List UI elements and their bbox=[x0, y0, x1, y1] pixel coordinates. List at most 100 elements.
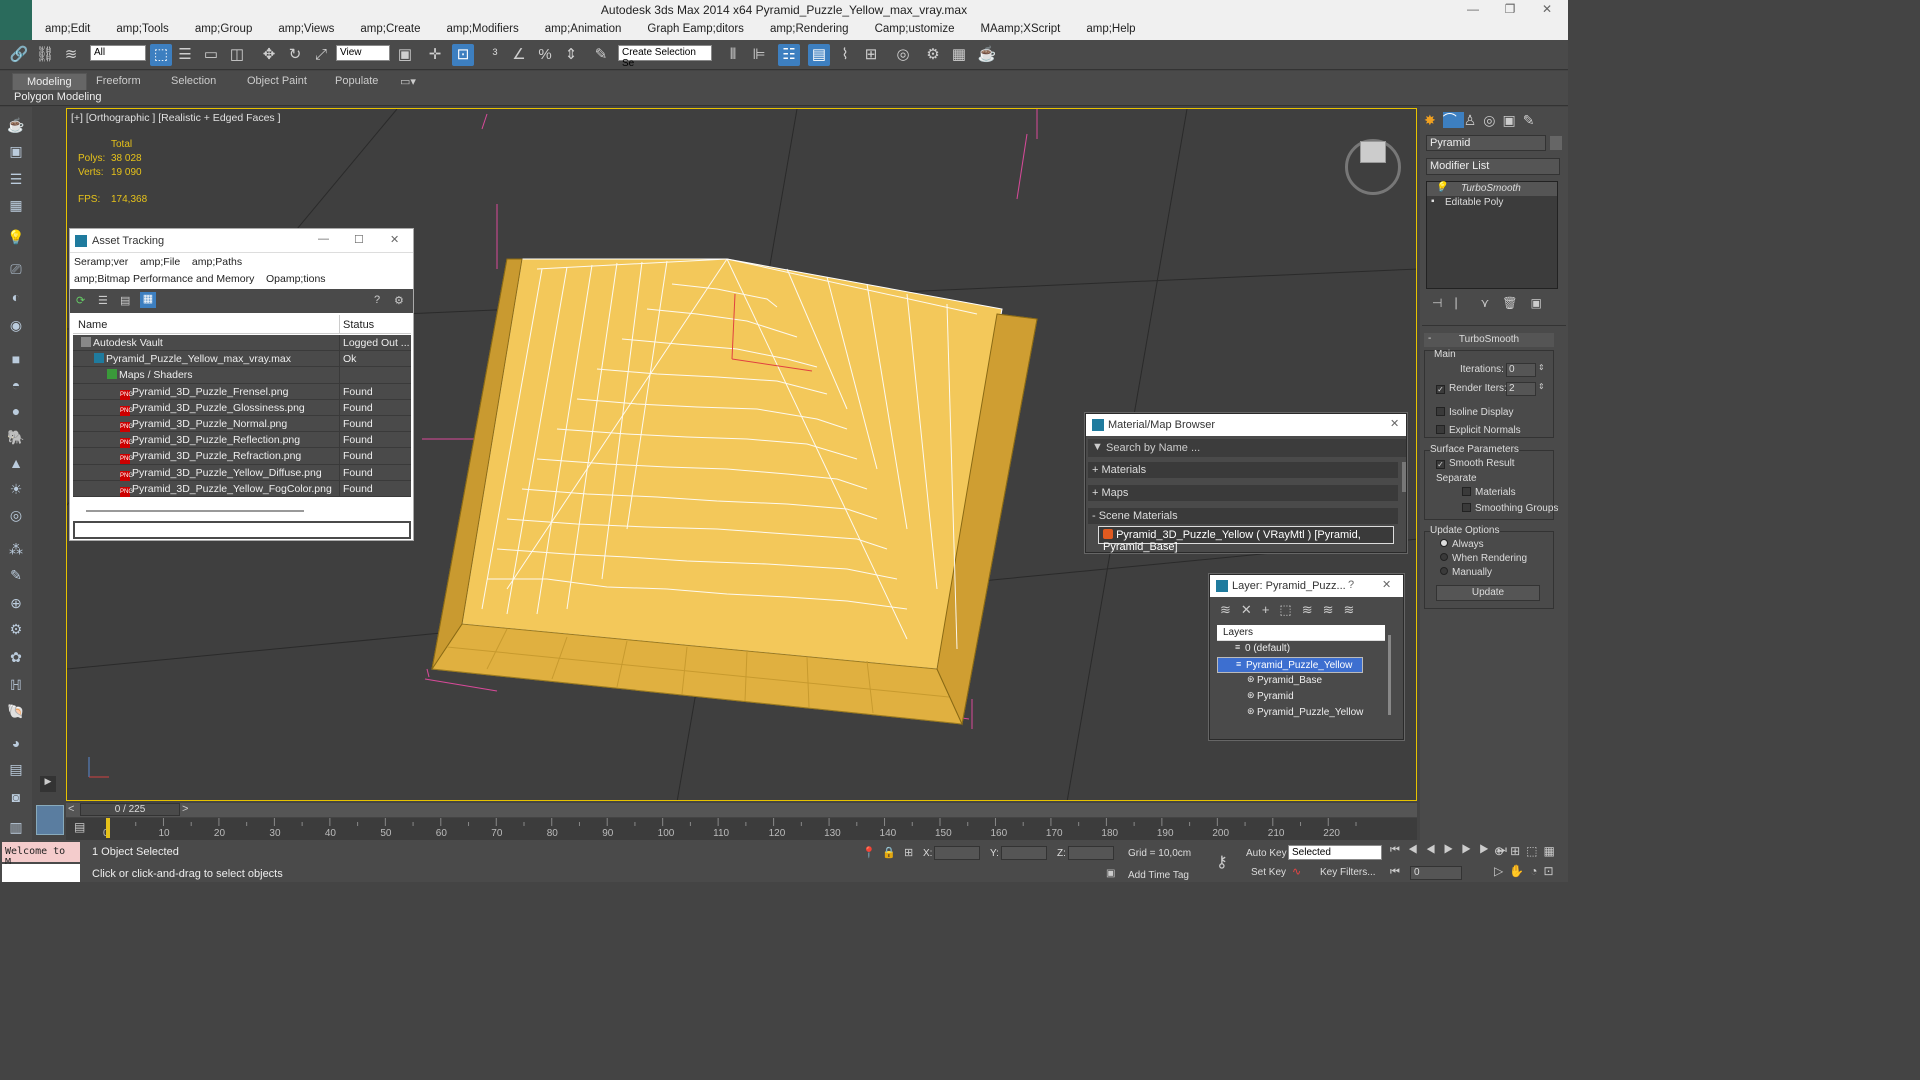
when-rendering-radio[interactable]: When Rendering bbox=[1440, 553, 1527, 564]
tab-selection[interactable]: Selection bbox=[171, 75, 216, 87]
menu-create[interactable]: amp;Create bbox=[347, 20, 433, 40]
hf-icon[interactable]: ℍ bbox=[6, 677, 26, 697]
list-icon[interactable]: ☰ bbox=[6, 171, 26, 191]
zoom-all-icon[interactable]: ⊞ bbox=[1510, 844, 1526, 858]
pan-icon[interactable]: ✋ bbox=[1509, 864, 1530, 878]
matbrowser-close-icon[interactable]: ✕ bbox=[1390, 417, 1399, 430]
network-icon[interactable]: ⊕ bbox=[6, 595, 26, 615]
window-icon[interactable]: ◙ bbox=[6, 789, 26, 809]
pin-stack-icon[interactable]: ⊣ bbox=[1432, 296, 1455, 310]
reference-coord-dropdown[interactable]: View bbox=[336, 45, 390, 61]
shell-icon[interactable]: 🐚 bbox=[6, 703, 26, 723]
hemisphere-icon[interactable]: ◓ bbox=[6, 377, 26, 397]
rendered-frame-icon[interactable]: ▦ bbox=[948, 44, 970, 66]
utilities-tab-icon[interactable]: ✎ bbox=[1523, 112, 1542, 128]
materials-group[interactable]: + Materials bbox=[1088, 462, 1398, 478]
x-field[interactable] bbox=[934, 846, 980, 860]
menu-edit[interactable]: amp;Edit bbox=[32, 20, 103, 40]
object-color-swatch[interactable] bbox=[1550, 136, 1562, 150]
zoom-extents-icon[interactable]: ⬚ bbox=[1526, 844, 1543, 858]
asset-row[interactable]: Maps / Shaders bbox=[73, 367, 411, 384]
matbrowser-scrollbar[interactable] bbox=[1402, 462, 1406, 492]
sphere-icon[interactable]: ● bbox=[6, 403, 26, 423]
key-curve-icon[interactable]: ∿ bbox=[1292, 865, 1301, 878]
menu-views[interactable]: amp;Views bbox=[265, 20, 347, 40]
menu-customize[interactable]: Camp;ustomize bbox=[862, 20, 968, 40]
asset-maximize-icon[interactable]: ☐ bbox=[354, 233, 364, 246]
menu-group[interactable]: amp;Group bbox=[182, 20, 266, 40]
tab-object-paint[interactable]: Object Paint bbox=[247, 75, 307, 87]
minimize-icon[interactable]: — bbox=[1458, 2, 1488, 16]
matbrowser-search[interactable]: ▼ Search by Name ... bbox=[1088, 439, 1406, 457]
key-mode-toggle-icon[interactable]: ⏮ bbox=[1390, 866, 1400, 879]
hide-layers-icon[interactable]: ≋ bbox=[1323, 602, 1344, 617]
particles-icon[interactable]: ⁂ bbox=[6, 541, 26, 561]
list-view-icon[interactable]: ☰ bbox=[98, 294, 108, 307]
menu-tools[interactable]: amp;Tools bbox=[103, 20, 181, 40]
add-time-tag[interactable]: Add Time Tag bbox=[1128, 870, 1189, 881]
light-icon[interactable]: 💡 bbox=[6, 229, 26, 249]
window-crossing-icon[interactable]: ◫ bbox=[226, 44, 248, 66]
goto-start-icon[interactable]: ⏮ bbox=[1390, 844, 1408, 856]
play-arrow-icon[interactable]: ▶ bbox=[40, 776, 56, 792]
menu-rendering[interactable]: amp;Rendering bbox=[757, 20, 862, 40]
scene-materials-group[interactable]: - Scene Materials bbox=[1088, 508, 1398, 524]
render-iters-input[interactable]: 2 bbox=[1506, 382, 1536, 396]
asset-row[interactable]: PNGPyramid_3D_Puzzle_Glossiness.png Found bbox=[73, 399, 411, 416]
render-production-icon[interactable]: ☕ bbox=[976, 44, 998, 66]
layer-row[interactable]: ⊛ Pyramid_Base bbox=[1217, 673, 1385, 689]
menu-maxscript[interactable]: MAamp;XScript bbox=[967, 20, 1073, 40]
align-icon[interactable]: ⊫ bbox=[748, 44, 770, 66]
delete-layer-icon[interactable]: ✕ bbox=[1241, 602, 1262, 617]
show-end-result-icon[interactable]: ⎸ bbox=[1455, 296, 1480, 310]
fov-icon[interactable]: ▷ bbox=[1494, 864, 1509, 878]
schematic-view-icon[interactable]: ⊞ bbox=[860, 44, 882, 66]
layer-close-icon[interactable]: ✕ bbox=[1382, 578, 1391, 591]
configure-sets-icon[interactable]: ▣ bbox=[1531, 296, 1555, 310]
film-icon[interactable]: ◉ bbox=[6, 317, 26, 337]
snap-toggle-icon[interactable]: ³ bbox=[484, 44, 506, 66]
render-icon[interactable]: ▣ bbox=[6, 143, 26, 163]
rect-region-icon[interactable]: ▭ bbox=[200, 44, 222, 66]
pyramid-model[interactable] bbox=[431, 258, 1038, 726]
plant-icon[interactable]: ✿ bbox=[6, 649, 26, 669]
keyboard-shortcut-icon[interactable]: ⊡ bbox=[452, 44, 474, 66]
layer-row[interactable]: ⊛ Pyramid_Puzzle_Yellow bbox=[1217, 705, 1385, 721]
play-icon[interactable]: ▶ bbox=[1444, 844, 1462, 856]
refresh-icon[interactable]: ⟳ bbox=[76, 294, 85, 307]
layers-header[interactable]: Layers bbox=[1217, 625, 1385, 641]
asset-scrollbar[interactable] bbox=[86, 510, 304, 512]
named-selection-dropdown[interactable]: Create Selection Se bbox=[618, 45, 712, 69]
time-slider-thumb[interactable]: 0 / 225 bbox=[80, 803, 180, 816]
key-filters-button[interactable]: Key Filters... bbox=[1320, 867, 1376, 878]
sound-icon[interactable]: ◐ bbox=[6, 289, 26, 309]
time-tag-icon[interactable]: ▣ bbox=[1106, 868, 1115, 879]
grid-icon[interactable]: ▤ bbox=[6, 761, 26, 781]
rotate-icon[interactable]: ↻ bbox=[284, 44, 306, 66]
gear-icon[interactable]: ⚙ bbox=[6, 621, 26, 641]
render-setup-icon[interactable]: ⚙ bbox=[922, 44, 944, 66]
stack-turbosmooth[interactable]: 💡 TurboSmooth bbox=[1427, 182, 1557, 196]
detail-view-icon[interactable]: ▤ bbox=[120, 294, 130, 307]
close-icon[interactable]: ✕ bbox=[1532, 2, 1562, 16]
render-iters-checkbox[interactable]: ✓ Render Iters: bbox=[1436, 383, 1507, 394]
bulb-icon[interactable]: 💡 bbox=[1435, 182, 1447, 193]
asset-menu-server[interactable]: Seramp;ver bbox=[74, 256, 128, 268]
smoothing-groups-checkbox[interactable]: Smoothing Groups bbox=[1462, 503, 1558, 514]
object-name-field[interactable]: Pyramid bbox=[1426, 135, 1546, 151]
teapot-icon[interactable]: ☕ bbox=[6, 117, 26, 137]
scene-material-item[interactable]: Pyramid_3D_Puzzle_Yellow ( VRayMtl ) [Py… bbox=[1098, 526, 1394, 553]
set-key-button[interactable]: Set Key bbox=[1251, 867, 1286, 878]
select-object-icon[interactable]: ⬚ bbox=[150, 44, 172, 66]
col-name[interactable]: Name bbox=[78, 319, 107, 331]
asset-minimize-icon[interactable]: — bbox=[318, 233, 329, 245]
motion-tab-icon[interactable]: ◎ bbox=[1483, 112, 1502, 128]
tab-freeform[interactable]: Freeform bbox=[96, 75, 141, 87]
isolate-icon[interactable]: 📍 bbox=[862, 846, 876, 859]
turbosmooth-rollout[interactable]: - TurboSmooth bbox=[1424, 333, 1554, 347]
lock-icon[interactable]: 🔒 bbox=[882, 846, 896, 859]
asset-tracking-titlebar[interactable]: Asset Tracking — ☐ ✕ bbox=[70, 229, 413, 253]
remove-modifier-icon[interactable]: 🗑 bbox=[1502, 296, 1530, 310]
layer-manager-icon[interactable]: ☷ bbox=[778, 44, 800, 66]
angle-snap-icon[interactable]: ∠ bbox=[508, 44, 530, 66]
